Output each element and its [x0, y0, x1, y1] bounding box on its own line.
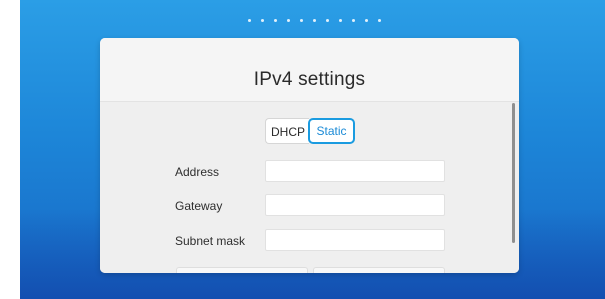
save-button[interactable]: [313, 267, 445, 273]
cancel-button[interactable]: [176, 267, 308, 273]
pagination-dots: [248, 19, 381, 22]
pagination-dot: [274, 19, 277, 22]
device-screen: IPv4 settings DHCP Static Address Gatewa…: [20, 0, 605, 299]
pagination-dot: [313, 19, 316, 22]
dhcp-button[interactable]: DHCP: [265, 118, 309, 144]
pagination-dot: [339, 19, 342, 22]
pagination-dot: [326, 19, 329, 22]
pagination-dot: [287, 19, 290, 22]
pagination-dot: [352, 19, 355, 22]
ip-mode-toggle: DHCP Static: [265, 118, 355, 144]
pagination-dot: [378, 19, 381, 22]
dialog-header: IPv4 settings: [100, 38, 519, 102]
ipv4-settings-dialog: IPv4 settings DHCP Static Address Gatewa…: [100, 38, 519, 273]
subnet-mask-label: Subnet mask: [175, 234, 246, 248]
dialog-scrollbar[interactable]: [512, 103, 515, 243]
pagination-dot: [261, 19, 264, 22]
subnet-mask-input[interactable]: [265, 229, 445, 251]
static-button[interactable]: Static: [308, 118, 355, 144]
pagination-dot: [365, 19, 368, 22]
gateway-label: Gateway: [175, 199, 223, 213]
pagination-dot: [300, 19, 303, 22]
dialog-title: IPv4 settings: [253, 69, 366, 90]
pagination-dot: [248, 19, 251, 22]
gateway-input[interactable]: [265, 194, 445, 216]
address-label: Address: [175, 165, 220, 179]
address-input[interactable]: [265, 160, 445, 182]
